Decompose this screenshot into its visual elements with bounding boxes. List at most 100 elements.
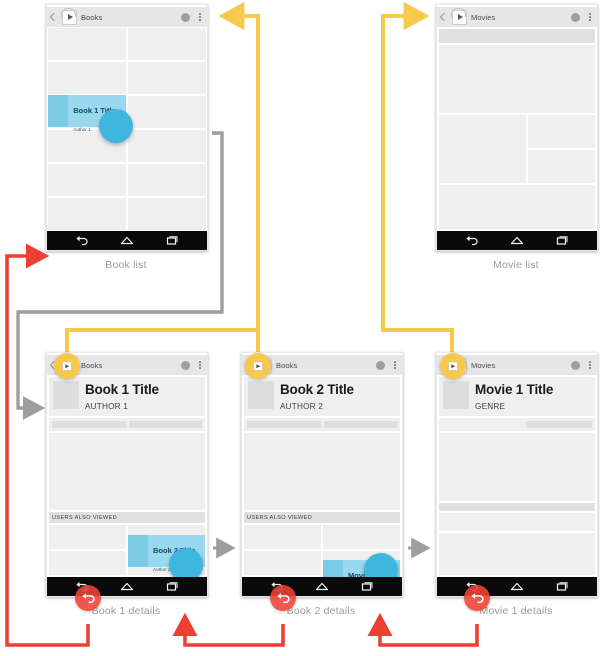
overflow-menu-icon[interactable]	[394, 361, 396, 369]
touch-indicator	[99, 109, 133, 143]
back-nav-marker-book-2[interactable]	[270, 585, 296, 611]
nav-recents-icon[interactable]	[165, 581, 179, 592]
nav-home-icon[interactable]	[315, 581, 329, 592]
book-1-detail-content: Book 1 Title AUTHOR 1 USERS ALSO VIEWED	[47, 375, 207, 577]
list-item[interactable]	[128, 130, 206, 162]
detail-description-block	[49, 433, 205, 510]
overflow-menu-icon[interactable]	[589, 361, 591, 369]
book-thumbnail	[48, 95, 69, 127]
screen-book-1-details: Books Book 1 Title AUTHOR 1 USERS ALSO V…	[46, 352, 208, 617]
app-bar-title: Books	[81, 360, 103, 370]
nav-back-icon	[81, 592, 95, 604]
avatar-circle-icon[interactable]	[181, 360, 191, 370]
section-header: USERS ALSO VIEWED	[49, 512, 205, 523]
nav-home-icon[interactable]	[510, 235, 524, 246]
chip[interactable]	[128, 421, 202, 428]
screen-book-list: Books Book 1 Title Author 1 Book list	[46, 4, 208, 271]
book-cover	[248, 381, 274, 409]
flow-diagram-canvas: Books Book 1 Title Author 1 Book list Mo…	[0, 0, 600, 656]
list-item[interactable]	[439, 115, 527, 183]
chip[interactable]	[52, 421, 126, 428]
nav-home-icon[interactable]	[120, 581, 134, 592]
nav-recents-icon[interactable]	[555, 581, 569, 592]
app-bar-title: Books	[276, 360, 298, 370]
related-subtitle: Author 2	[153, 567, 171, 573]
list-item[interactable]	[128, 96, 206, 128]
play-store-icon[interactable]	[451, 7, 467, 25]
chip[interactable]	[526, 421, 592, 428]
list-item[interactable]	[128, 28, 206, 60]
system-nav-bar	[437, 231, 597, 250]
detail-row[interactable]	[439, 533, 595, 575]
avatar-circle-icon[interactable]	[376, 360, 386, 370]
list-item[interactable]	[48, 164, 126, 196]
book-cover	[53, 381, 79, 409]
related-thumbnail	[323, 560, 344, 577]
movie-header-bar	[439, 29, 595, 43]
back-chevron-icon[interactable]	[439, 12, 449, 22]
list-item[interactable]	[49, 525, 126, 549]
back-nav-marker-book-1[interactable]	[75, 585, 101, 611]
app-bar-title: Movies	[471, 360, 496, 370]
chip[interactable]	[247, 421, 321, 428]
book-list-content: Book 1 Title Author 1	[47, 27, 207, 231]
screen-caption: Movie 1 details	[479, 605, 553, 617]
screen-book-2-details: Books Book 2 Title AUTHOR 2 USERS ALSO V…	[241, 352, 403, 617]
nav-back-icon[interactable]	[465, 235, 479, 246]
overflow-menu-icon[interactable]	[199, 361, 201, 369]
list-item[interactable]	[49, 551, 126, 575]
movie-list-content	[437, 27, 597, 231]
list-item[interactable]	[528, 150, 595, 183]
screen-movie-list: Movies Movie list	[436, 4, 598, 271]
overflow-menu-icon[interactable]	[589, 13, 591, 21]
list-item[interactable]	[48, 28, 126, 60]
play-store-icon[interactable]	[61, 7, 77, 25]
list-item[interactable]	[439, 185, 595, 229]
list-item[interactable]	[128, 62, 206, 94]
chip[interactable]	[323, 421, 397, 428]
nav-home-icon[interactable]	[510, 581, 524, 592]
list-item[interactable]	[439, 45, 595, 113]
wire-back-movie1-to-book2	[367, 612, 479, 647]
nav-back-icon	[276, 592, 290, 604]
avatar-circle-icon[interactable]	[571, 360, 581, 370]
up-nav-marker-movie-1[interactable]	[440, 353, 466, 379]
related-thumbnail	[128, 535, 149, 567]
list-item[interactable]	[48, 198, 126, 230]
movie-split-row	[439, 115, 595, 183]
list-item[interactable]	[323, 525, 400, 549]
list-item[interactable]	[128, 164, 206, 196]
nav-recents-icon[interactable]	[360, 581, 374, 592]
overflow-menu-icon[interactable]	[199, 13, 201, 21]
detail-description-block	[439, 433, 595, 501]
nav-recents-icon[interactable]	[555, 235, 569, 246]
nav-back-icon[interactable]	[75, 235, 89, 246]
up-nav-marker-book-1[interactable]	[54, 353, 80, 379]
nav-recents-icon[interactable]	[165, 235, 179, 246]
detail-row[interactable]	[439, 513, 595, 531]
up-nav-marker-book-2[interactable]	[245, 353, 271, 379]
list-item[interactable]	[244, 525, 321, 549]
back-nav-marker-movie-1[interactable]	[464, 585, 490, 611]
nav-home-icon[interactable]	[120, 235, 134, 246]
nav-back-icon	[470, 592, 484, 604]
detail-header: Movie 1 Title GENRE	[439, 377, 595, 416]
list-item[interactable]	[48, 62, 126, 94]
play-store-icon	[62, 361, 72, 371]
avatar-circle-icon[interactable]	[571, 12, 581, 22]
list-item[interactable]	[244, 551, 321, 575]
avatar-circle-icon[interactable]	[181, 12, 191, 22]
back-chevron-icon[interactable]	[49, 12, 59, 22]
system-nav-bar	[47, 231, 207, 250]
wire-back-book2-to-book1	[172, 612, 285, 647]
detail-action-chips	[244, 418, 400, 431]
detail-subtitle: AUTHOR 1	[85, 402, 128, 411]
movie-poster	[443, 381, 469, 409]
play-store-icon	[253, 361, 263, 371]
list-item[interactable]	[128, 198, 206, 230]
list-item[interactable]	[528, 115, 595, 148]
app-bar: Books	[47, 7, 207, 27]
system-nav-bar	[47, 577, 207, 596]
app-bar-title: Movies	[471, 12, 496, 22]
screen-caption: Book 1 details	[91, 605, 161, 617]
